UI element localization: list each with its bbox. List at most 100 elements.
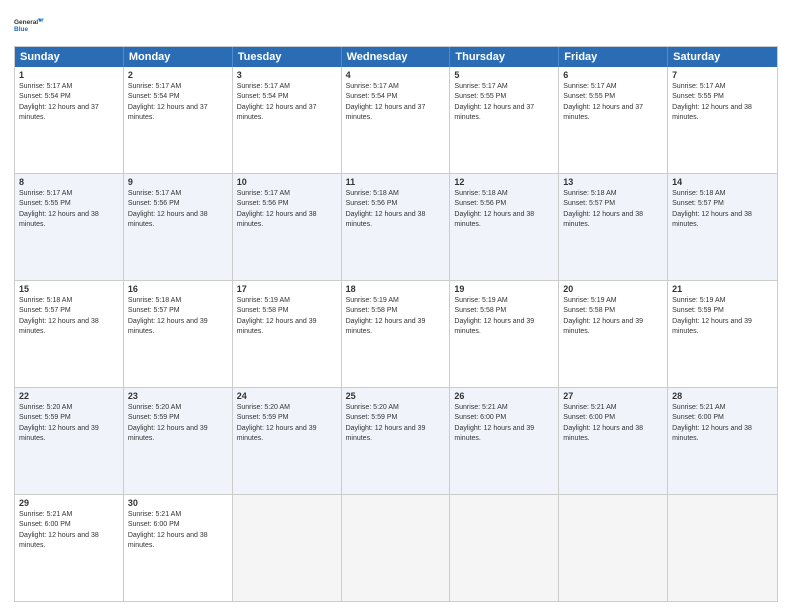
day-info: Sunrise: 5:17 AMSunset: 5:54 PMDaylight:…: [19, 83, 99, 121]
day-number: 21: [672, 284, 773, 294]
day-cell-23: 23 Sunrise: 5:20 AMSunset: 5:59 PMDayligh…: [124, 388, 233, 494]
day-info: Sunrise: 5:17 AMSunset: 5:55 PMDaylight:…: [19, 190, 99, 228]
calendar-body: 1 Sunrise: 5:17 AMSunset: 5:54 PMDaylight…: [15, 67, 777, 601]
day-cell-7: 7Sunrise: 5:17 AMSunset: 5:55 PMDaylight…: [668, 67, 777, 173]
day-info: Sunrise: 5:19 AMSunset: 5:58 PMDaylight:…: [346, 297, 426, 335]
day-cell-8: 8 Sunrise: 5:17 AMSunset: 5:55 PMDaylight…: [15, 174, 124, 280]
day-cell-4: 4 Sunrise: 5:17 AMSunset: 5:54 PMDaylight…: [342, 67, 451, 173]
day-info: Sunrise: 5:18 AMSunset: 5:56 PMDaylight:…: [346, 190, 426, 228]
calendar-row-5: 29Sunrise: 5:21 AMSunset: 6:00 PMDayligh…: [15, 495, 777, 601]
day-info: Sunrise: 5:19 AMSunset: 5:58 PMDaylight:…: [454, 297, 534, 335]
day-number: 28: [672, 391, 773, 401]
day-info: Sunrise: 5:17 AMSunset: 5:54 PMDaylight:…: [128, 83, 208, 121]
empty-cell: [450, 495, 559, 601]
logo: General Blue: [14, 10, 44, 40]
day-info: Sunrise: 5:20 AMSunset: 5:59 PMDaylight:…: [237, 404, 317, 442]
calendar-page: General Blue SundayMondayTuesdayWednesda…: [0, 0, 792, 612]
day-cell-14: 14 Sunrise: 5:18 AMSunset: 5:57 PMDayligh…: [668, 174, 777, 280]
day-info: Sunrise: 5:18 AMSunset: 5:56 PMDaylight:…: [454, 190, 534, 228]
day-number: 5: [454, 70, 554, 80]
day-number: 23: [128, 391, 228, 401]
svg-text:Blue: Blue: [14, 26, 28, 33]
day-number: 12: [454, 177, 554, 187]
day-info: Sunrise: 5:21 AMSunset: 6:00 PMDaylight:…: [19, 511, 99, 549]
day-number: 13: [563, 177, 663, 187]
empty-cell: [559, 495, 668, 601]
day-cell-19: 19 Sunrise: 5:19 AMSunset: 5:58 PMDayligh…: [450, 281, 559, 387]
day-cell-12: 12 Sunrise: 5:18 AMSunset: 5:56 PMDayligh…: [450, 174, 559, 280]
calendar-row-3: 15 Sunrise: 5:18 AMSunset: 5:57 PMDayligh…: [15, 281, 777, 388]
day-number: 1: [19, 70, 119, 80]
day-number: 6: [563, 70, 663, 80]
day-cell-3: 3 Sunrise: 5:17 AMSunset: 5:54 PMDaylight…: [233, 67, 342, 173]
day-info: Sunrise: 5:17 AMSunset: 5:55 PMDaylight:…: [563, 83, 643, 121]
day-number: 24: [237, 391, 337, 401]
day-number: 17: [237, 284, 337, 294]
day-number: 27: [563, 391, 663, 401]
day-info: Sunrise: 5:18 AMSunset: 5:57 PMDaylight:…: [672, 190, 752, 228]
day-info: Sunrise: 5:20 AMSunset: 5:59 PMDaylight:…: [19, 404, 99, 442]
calendar-header: SundayMondayTuesdayWednesdayThursdayFrid…: [15, 47, 777, 67]
empty-cell: [668, 495, 777, 601]
day-info: Sunrise: 5:20 AMSunset: 5:59 PMDaylight:…: [346, 404, 426, 442]
day-info: Sunrise: 5:21 AMSunset: 6:00 PMDaylight:…: [563, 404, 643, 442]
day-info: Sunrise: 5:18 AMSunset: 5:57 PMDaylight:…: [563, 190, 643, 228]
day-info: Sunrise: 5:18 AMSunset: 5:57 PMDaylight:…: [128, 297, 208, 335]
day-number: 16: [128, 284, 228, 294]
day-number: 22: [19, 391, 119, 401]
day-number: 26: [454, 391, 554, 401]
day-header-sunday: Sunday: [15, 47, 124, 67]
calendar-row-2: 8 Sunrise: 5:17 AMSunset: 5:55 PMDaylight…: [15, 174, 777, 281]
day-cell-29: 29Sunrise: 5:21 AMSunset: 6:00 PMDayligh…: [15, 495, 124, 601]
day-number: 18: [346, 284, 446, 294]
day-cell-17: 17 Sunrise: 5:19 AMSunset: 5:58 PMDayligh…: [233, 281, 342, 387]
day-number: 9: [128, 177, 228, 187]
day-number: 3: [237, 70, 337, 80]
day-cell-30: 30 Sunrise: 5:21 AMSunset: 6:00 PMDayligh…: [124, 495, 233, 601]
day-number: 20: [563, 284, 663, 294]
day-info: Sunrise: 5:19 AMSunset: 5:58 PMDaylight:…: [237, 297, 317, 335]
svg-text:General: General: [14, 19, 38, 26]
day-cell-24: 24 Sunrise: 5:20 AMSunset: 5:59 PMDayligh…: [233, 388, 342, 494]
day-cell-21: 21 Sunrise: 5:19 AMSunset: 5:59 PMDayligh…: [668, 281, 777, 387]
day-cell-5: 5 Sunrise: 5:17 AMSunset: 5:55 PMDaylight…: [450, 67, 559, 173]
day-cell-27: 27 Sunrise: 5:21 AMSunset: 6:00 PMDayligh…: [559, 388, 668, 494]
day-info: Sunrise: 5:17 AMSunset: 5:55 PMDaylight:…: [454, 83, 534, 121]
day-number: 15: [19, 284, 119, 294]
day-info: Sunrise: 5:19 AMSunset: 5:58 PMDaylight:…: [563, 297, 643, 335]
day-header-thursday: Thursday: [450, 47, 559, 67]
day-info: Sunrise: 5:17 AMSunset: 5:54 PMDaylight:…: [237, 83, 317, 121]
day-cell-22: 22 Sunrise: 5:20 AMSunset: 5:59 PMDayligh…: [15, 388, 124, 494]
day-header-tuesday: Tuesday: [233, 47, 342, 67]
day-info: Sunrise: 5:17 AMSunset: 5:55 PMDaylight:…: [672, 83, 752, 121]
day-info: Sunrise: 5:20 AMSunset: 5:59 PMDaylight:…: [128, 404, 208, 442]
day-number: 8: [19, 177, 119, 187]
day-header-saturday: Saturday: [668, 47, 777, 67]
day-cell-9: 9 Sunrise: 5:17 AMSunset: 5:56 PMDaylight…: [124, 174, 233, 280]
day-cell-10: 10 Sunrise: 5:17 AMSunset: 5:56 PMDayligh…: [233, 174, 342, 280]
day-number: 30: [128, 498, 228, 508]
day-cell-20: 20 Sunrise: 5:19 AMSunset: 5:58 PMDayligh…: [559, 281, 668, 387]
day-cell-13: 13 Sunrise: 5:18 AMSunset: 5:57 PMDayligh…: [559, 174, 668, 280]
calendar-row-4: 22 Sunrise: 5:20 AMSunset: 5:59 PMDayligh…: [15, 388, 777, 495]
day-info: Sunrise: 5:21 AMSunset: 6:00 PMDaylight:…: [128, 511, 208, 549]
day-number: 14: [672, 177, 773, 187]
day-info: Sunrise: 5:17 AMSunset: 5:56 PMDaylight:…: [128, 190, 208, 228]
day-number: 4: [346, 70, 446, 80]
day-info: Sunrise: 5:17 AMSunset: 5:54 PMDaylight:…: [346, 83, 426, 121]
day-info: Sunrise: 5:19 AMSunset: 5:59 PMDaylight:…: [672, 297, 752, 335]
day-header-monday: Monday: [124, 47, 233, 67]
empty-cell: [233, 495, 342, 601]
day-cell-26: 26Sunrise: 5:21 AMSunset: 6:00 PMDayligh…: [450, 388, 559, 494]
day-number: 25: [346, 391, 446, 401]
day-cell-11: 11Sunrise: 5:18 AMSunset: 5:56 PMDayligh…: [342, 174, 451, 280]
day-header-friday: Friday: [559, 47, 668, 67]
day-cell-25: 25 Sunrise: 5:20 AMSunset: 5:59 PMDayligh…: [342, 388, 451, 494]
day-cell-2: 2Sunrise: 5:17 AMSunset: 5:54 PMDaylight…: [124, 67, 233, 173]
day-info: Sunrise: 5:17 AMSunset: 5:56 PMDaylight:…: [237, 190, 317, 228]
empty-cell: [342, 495, 451, 601]
day-number: 19: [454, 284, 554, 294]
calendar: SundayMondayTuesdayWednesdayThursdayFrid…: [14, 46, 778, 602]
day-number: 10: [237, 177, 337, 187]
day-cell-28: 28Sunrise: 5:21 AMSunset: 6:00 PMDayligh…: [668, 388, 777, 494]
